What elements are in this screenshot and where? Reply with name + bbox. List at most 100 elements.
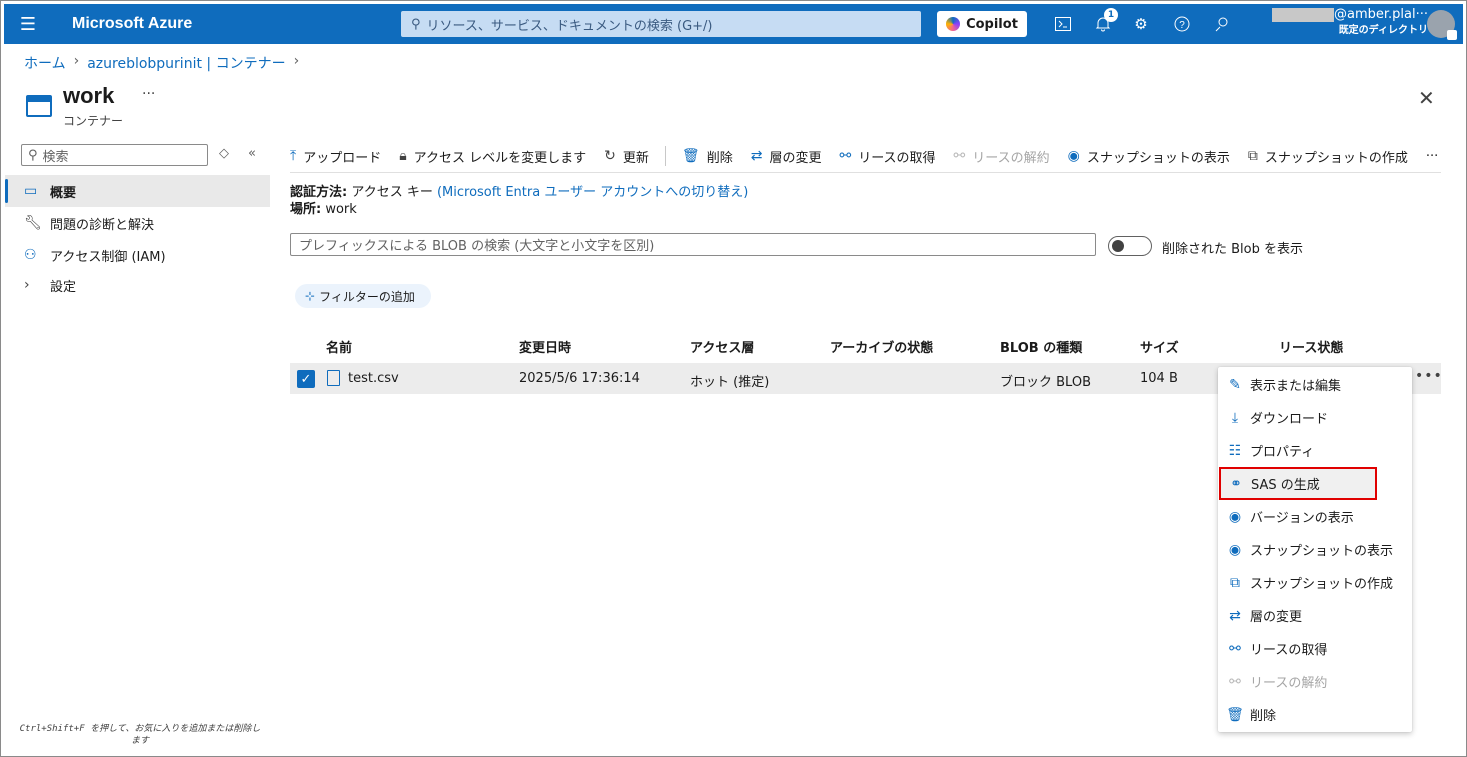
blob-name[interactable]: test.csv bbox=[348, 371, 399, 386]
sidebar-item-diagnose[interactable]: 🔧︎ 問題の診断と解決 bbox=[5, 207, 270, 239]
properties-icon: ☷ bbox=[1228, 442, 1242, 459]
change-tier-button[interactable]: ⇄ 層の変更 bbox=[751, 147, 822, 166]
add-filter-label: フィルターの追加 bbox=[319, 289, 415, 304]
menu-item-label: リースの取得 bbox=[1250, 643, 1328, 658]
close-icon[interactable]: ✕ bbox=[1418, 86, 1435, 110]
create-snapshot-label: スナップショットの作成 bbox=[1264, 150, 1408, 166]
sidebar-item-label: 設定 bbox=[50, 279, 77, 295]
filter-add-icon: ⊹ bbox=[305, 289, 316, 303]
menu-item-create-snapshot[interactable]: ⧉ スナップショットの作成 bbox=[1218, 566, 1412, 599]
snapshot-icon: ⧉ bbox=[1230, 574, 1240, 591]
add-filter-button[interactable]: ⊹ フィルターの追加 bbox=[295, 284, 431, 308]
eye-icon: ◉ bbox=[1228, 541, 1242, 558]
column-header-lease[interactable]: リース状態 bbox=[1279, 337, 1343, 356]
break-lease-button[interactable]: ⚯ リースの解約 bbox=[954, 147, 1050, 166]
chevron-right-icon: › bbox=[24, 277, 30, 293]
collapse-sidebar-icon[interactable]: « bbox=[248, 146, 256, 161]
container-icon bbox=[26, 95, 52, 117]
breadcrumb-storage-account[interactable]: azureblobpurinit | コンテナー bbox=[87, 53, 285, 73]
menu-item-view-edit[interactable]: ✎ 表示または編集 bbox=[1218, 368, 1412, 401]
menu-item-label: SAS の生成 bbox=[1251, 478, 1320, 493]
pencil-icon: ✎ bbox=[1229, 376, 1241, 393]
gear-icon[interactable]: ⚙ bbox=[1129, 12, 1153, 36]
row-checkbox[interactable]: ✓ bbox=[297, 370, 315, 388]
column-header-blob-type[interactable]: BLOB の種類 bbox=[1000, 337, 1082, 356]
feedback-icon[interactable] bbox=[1210, 12, 1234, 36]
breadcrumb-home[interactable]: ホーム bbox=[24, 53, 66, 73]
page-title: work bbox=[63, 83, 115, 108]
blob-tier: ホット (推定) bbox=[690, 375, 770, 390]
delete-button[interactable]: 🗑︎ 削除 bbox=[682, 147, 733, 166]
auth-method-value: アクセス キー bbox=[351, 185, 433, 200]
upload-icon: ⤒ bbox=[290, 148, 297, 164]
sidebar-item-overview[interactable]: ▭ 概要 bbox=[5, 175, 270, 207]
break-lease-icon: ⚯ bbox=[1229, 673, 1241, 690]
top-bar: ☰ Microsoft Azure ⚲ リソース、サービス、ドキュメントの検索 … bbox=[4, 4, 1463, 44]
eye-icon: ◉ bbox=[1067, 148, 1080, 164]
copilot-button[interactable]: Copilot bbox=[937, 11, 1027, 37]
copilot-logo-icon bbox=[946, 17, 961, 31]
menu-item-label: スナップショットの表示 bbox=[1250, 544, 1394, 559]
context-menu: ✎ 表示または編集 ⤓ ダウンロード ☷ プロパティ ⚭ SAS の生成 ◉ バージョンの… bbox=[1218, 367, 1412, 732]
menu-item-download[interactable]: ⤓ ダウンロード bbox=[1218, 401, 1412, 434]
refresh-button[interactable]: ↻ 更新 bbox=[604, 147, 649, 166]
user-account[interactable]: @amber.plal··· 既定のディレクトリ bbox=[1260, 7, 1428, 39]
show-deleted-label: 削除された Blob を表示 bbox=[1162, 242, 1304, 257]
help-icon[interactable]: ? bbox=[1170, 12, 1194, 36]
change-tier-label: 層の変更 bbox=[769, 150, 822, 166]
sidebar-item-iam[interactable]: ⚇ アクセス制御 (IAM) bbox=[5, 239, 270, 271]
notifications-bell-icon[interactable]: 1 bbox=[1091, 8, 1118, 36]
title-more-button[interactable]: ··· bbox=[142, 86, 155, 102]
menu-item-label: プロパティ bbox=[1250, 445, 1315, 460]
trash-icon: 🗑︎ bbox=[681, 148, 700, 164]
auth-info: 認証方法: アクセス キー (Microsoft Entra ユーザー アカウン… bbox=[290, 184, 748, 218]
search-icon: ⚲ bbox=[28, 147, 38, 163]
break-lease-icon: ⚯ bbox=[953, 148, 966, 164]
avatar[interactable] bbox=[1427, 10, 1457, 40]
menu-item-break-lease[interactable]: ⚯ リースの解約 bbox=[1218, 665, 1412, 698]
refresh-icon: ↻ bbox=[604, 148, 616, 164]
change-access-level-button[interactable]: 🔒︎ アクセス レベルを変更します bbox=[399, 147, 586, 166]
svg-text:?: ? bbox=[1179, 20, 1185, 31]
column-header-modified[interactable]: 変更日時 bbox=[519, 337, 571, 356]
blob-prefix-search-input[interactable]: プレフィックスによる BLOB の検索 (大文字と小文字を区別) bbox=[290, 233, 1096, 256]
column-header-tier[interactable]: アクセス層 bbox=[690, 337, 754, 356]
auth-method-label: 認証方法: bbox=[290, 185, 348, 200]
people-icon: ⚇ bbox=[24, 247, 37, 263]
show-deleted-toggle[interactable] bbox=[1108, 236, 1152, 256]
menu-item-delete[interactable]: 🗑︎ 削除 bbox=[1218, 698, 1412, 731]
view-snapshots-button[interactable]: ◉ スナップショットの表示 bbox=[1068, 147, 1230, 166]
location-label: 場所: bbox=[290, 202, 322, 217]
upload-button[interactable]: ⤒ アップロード bbox=[290, 147, 381, 166]
menu-item-acquire-lease[interactable]: ⚯ リースの取得 bbox=[1218, 632, 1412, 665]
menu-item-label: リースの解約 bbox=[1250, 676, 1328, 691]
sidebar-item-label: 問題の診断と解決 bbox=[50, 217, 155, 233]
page-subtitle: コンテナー bbox=[63, 114, 124, 128]
lease-icon: ⚯ bbox=[1229, 640, 1241, 657]
menu-item-view-versions[interactable]: ◉ バージョンの表示 bbox=[1218, 500, 1412, 533]
cloud-shell-icon[interactable] bbox=[1051, 12, 1075, 36]
column-header-size[interactable]: サイズ bbox=[1140, 337, 1179, 356]
menu-item-properties[interactable]: ☷ プロパティ bbox=[1218, 434, 1412, 467]
column-header-archive[interactable]: アーカイブの状態 bbox=[830, 337, 933, 356]
menu-item-generate-sas[interactable]: ⚭ SAS の生成 bbox=[1219, 467, 1377, 500]
row-more-icon[interactable]: ••• bbox=[1415, 368, 1443, 384]
brand-title[interactable]: Microsoft Azure bbox=[72, 15, 392, 33]
sidebar-search-placeholder: 検索 bbox=[42, 149, 69, 165]
user-directory: 既定のディレクトリ bbox=[1338, 25, 1428, 36]
hamburger-menu-icon[interactable]: ☰ bbox=[4, 4, 52, 44]
chevron-right-icon: › bbox=[73, 53, 80, 69]
switch-to-entra-link[interactable]: (Microsoft Entra ユーザー アカウントへの切り替え) bbox=[437, 185, 748, 200]
toolbar-more-button[interactable]: ··· bbox=[1426, 149, 1438, 164]
blob-type: ブロック BLOB bbox=[1000, 375, 1091, 390]
toolbar-more-label: ··· bbox=[1425, 148, 1439, 164]
acquire-lease-button[interactable]: ⚯ リースの取得 bbox=[839, 147, 935, 166]
sidebar-item-settings[interactable]: › 設定 bbox=[5, 269, 270, 301]
sidebar-search-input[interactable]: ⚲ 検索 bbox=[21, 144, 208, 166]
menu-item-change-tier[interactable]: ⇄ 層の変更 bbox=[1218, 599, 1412, 632]
global-search-input[interactable]: ⚲ リソース、サービス、ドキュメントの検索 (G+/) bbox=[401, 11, 921, 37]
menu-item-view-snapshots[interactable]: ◉ スナップショットの表示 bbox=[1218, 533, 1412, 566]
sidebar-expand-icon[interactable]: ◇ bbox=[219, 146, 229, 161]
create-snapshot-button[interactable]: ⧉ スナップショットの作成 bbox=[1248, 147, 1408, 166]
column-header-name[interactable]: 名前 bbox=[326, 337, 352, 356]
